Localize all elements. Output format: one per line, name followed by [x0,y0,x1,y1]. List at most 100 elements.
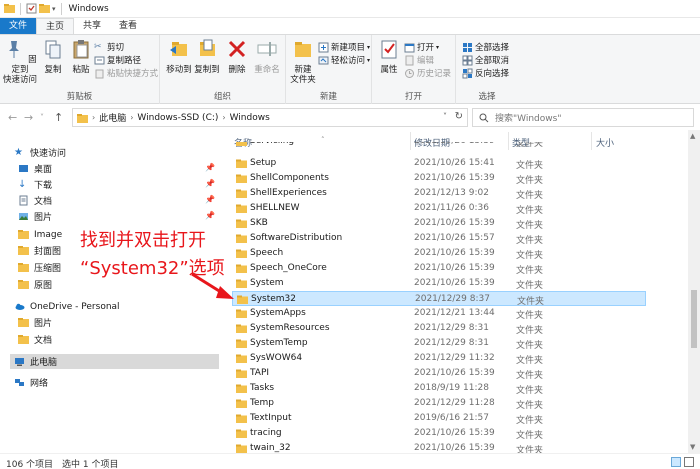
tab-share[interactable]: 共享 [74,18,110,34]
scroll-down-icon[interactable]: ▼ [690,443,695,451]
chevron-down-icon[interactable]: ˅ [443,112,447,121]
table-row[interactable]: System32 2021/12/29 8:37 文件夹 [232,291,646,307]
refresh-icon[interactable]: ↻ [455,111,463,122]
pin-icon [9,41,20,58]
table-row[interactable]: SystemTemp 2021/12/29 8:31 文件夹 [232,336,646,351]
select-none-label: 全部取消 [475,56,510,66]
edit-button[interactable]: 编辑 [404,54,434,66]
table-row[interactable]: SysWOW64 2021/12/29 11:32 文件夹 [232,351,646,366]
address-bar[interactable]: › 此电脑 › Windows-SSD (C:) › Windows ˅ ↻ [72,108,468,127]
breadcrumb-drive[interactable]: Windows-SSD (C:) [137,113,218,123]
address-row: ← → ˅ ↑ › 此电脑 › Windows-SSD (C:) › Windo… [0,104,700,130]
folder-icon [18,263,29,272]
nav-documents[interactable]: 文档 📌 [18,193,219,208]
file-date: 2021/12/21 13:44 [414,308,495,318]
forward-arrow-icon[interactable]: → [24,111,33,124]
large-icons-view-icon[interactable] [684,457,694,467]
move-to-button[interactable]: 移动到 [164,38,194,75]
pin-icon[interactable]: 📌 [205,195,215,204]
back-arrow-icon[interactable]: ← [8,111,17,124]
copy-path-button[interactable]: 复制路径 [94,54,141,66]
scroll-up-icon[interactable]: ▲ [690,132,695,140]
chevron-down-icon[interactable]: ▾ [52,5,56,13]
select-none-button[interactable]: 全部取消 [462,54,509,66]
nav-onedrive-documents[interactable]: 文档 [18,332,219,347]
table-row[interactable]: SystemResources 2021/12/29 8:31 文件夹 [232,321,646,336]
table-row[interactable]: Tasks 2018/9/19 11:28 文件夹 [232,381,646,396]
chevron-down-icon[interactable]: ˅ [40,113,44,122]
tab-view[interactable]: 查看 [110,18,146,34]
nav-network[interactable]: 网络 [14,375,219,390]
search-box[interactable]: 搜索"Windows" [472,108,694,127]
annotation-arrow [191,272,234,299]
properties-button[interactable]: 属性 [374,38,404,75]
file-name: Temp [250,398,274,408]
copy-icon [45,40,61,59]
nav-onedrive-pictures[interactable]: 图片 [18,315,219,330]
nav-this-pc[interactable]: 此电脑 [10,354,219,369]
table-row[interactable]: tracing 2021/10/26 15:39 文件夹 [232,426,646,441]
nav-pictures[interactable]: 图片 📌 [18,209,219,224]
file-date: 2021/10/26 15:57 [414,233,495,243]
table-row[interactable]: ShellExperiences 2021/12/13 9:02 文件夹 [232,186,646,201]
nav-desktop[interactable]: 桌面 📌 [18,161,219,176]
select-all-button[interactable]: 全部选择 [462,41,509,53]
table-row[interactable]: ShellComponents 2021/10/26 15:39 文件夹 [232,171,646,186]
table-row[interactable]: Temp 2021/12/29 11:28 文件夹 [232,396,646,411]
new-folder-button[interactable]: 新建 文件夹 [288,38,318,85]
checkbox-icon[interactable] [26,3,37,14]
cut-button[interactable]: ✂ 剪切 [94,41,124,54]
breadcrumb-windows[interactable]: Windows [230,113,270,123]
folder-icon [237,295,248,304]
table-row[interactable]: SKB 2021/10/26 15:39 文件夹 [232,216,646,231]
invert-selection-button[interactable]: 反向选择 [462,67,509,79]
picture-icon [19,213,28,220]
up-arrow-icon[interactable]: ↑ [54,111,63,124]
tab-home[interactable]: 主页 [36,18,75,34]
copy-to-button[interactable]: 复制到 [192,38,222,75]
rename-button[interactable]: 重命名 [252,38,282,75]
details-view-icon[interactable] [671,457,681,467]
table-row[interactable]: Setup 2021/10/26 15:41 文件夹 [232,156,646,171]
vertical-scrollbar[interactable]: ▲ ▼ [688,130,700,453]
paste-button[interactable]: 粘贴 [66,38,96,75]
nav-quick-access[interactable]: ★ 快速访问 [14,145,219,160]
table-row[interactable]: SHELLNEW 2021/11/26 0:36 文件夹 [232,201,646,216]
table-row[interactable]: System 2021/10/26 15:39 文件夹 [232,276,646,291]
folder-icon[interactable] [39,3,50,14]
breadcrumb-this-pc[interactable]: 此电脑 [99,111,126,124]
tab-file[interactable]: 文件 [0,18,37,34]
scrollbar-thumb[interactable] [691,290,697,348]
search-icon [479,113,489,122]
pin-to-quick-access-button[interactable]: 固定到 快速访问 [2,38,38,85]
file-name: Speech [250,248,284,258]
easy-access-button[interactable]: 轻松访问 ▾ [318,54,370,66]
copy-button[interactable]: 复制 [38,38,68,75]
table-row[interactable]: SystemApps 2021/12/21 13:44 文件夹 [232,306,646,321]
delete-button[interactable]: 删除 [222,38,252,75]
pin-icon[interactable]: 📌 [205,179,215,188]
pin-icon[interactable]: 📌 [205,211,215,220]
chevron-right-icon[interactable]: › [130,113,133,122]
nav-onedrive[interactable]: OneDrive - Personal [14,299,219,314]
nav-downloads[interactable]: ↓ 下载 📌 [18,177,219,192]
new-item-button[interactable]: 新建项目 ▾ [318,41,370,53]
table-row[interactable]: Speech_OneCore 2021/10/26 15:39 文件夹 [232,261,646,276]
table-row[interactable]: Speech 2021/10/26 15:39 文件夹 [232,246,646,261]
file-type: 文件夹 [516,191,544,201]
delete-label: 删除 [228,65,246,75]
file-name: ShellComponents [250,173,329,183]
table-row[interactable]: SoftwareDistribution 2021/10/26 15:57 文件夹 [232,231,646,246]
folder-icon[interactable] [4,3,15,14]
table-row[interactable]: TextInput 2019/6/16 21:57 文件夹 [232,411,646,426]
chevron-right-icon[interactable]: › [222,113,225,122]
status-bar: 106 个项目 选中 1 个项目 [0,453,700,469]
file-date: 2019/6/16 21:57 [414,413,489,423]
table-row[interactable]: TAPI 2021/10/26 15:39 文件夹 [232,366,646,381]
open-button[interactable]: 打开 ▾ [404,41,439,53]
paste-shortcut-button[interactable]: 粘贴快捷方式 [94,67,158,79]
pin-icon[interactable]: 📌 [205,163,215,172]
table-row[interactable]: Serviciing 2021/10/26 15:39 文件夹 [232,142,646,149]
history-button[interactable]: 历史记录 [404,67,451,79]
copy-label: 复制 [44,65,62,75]
